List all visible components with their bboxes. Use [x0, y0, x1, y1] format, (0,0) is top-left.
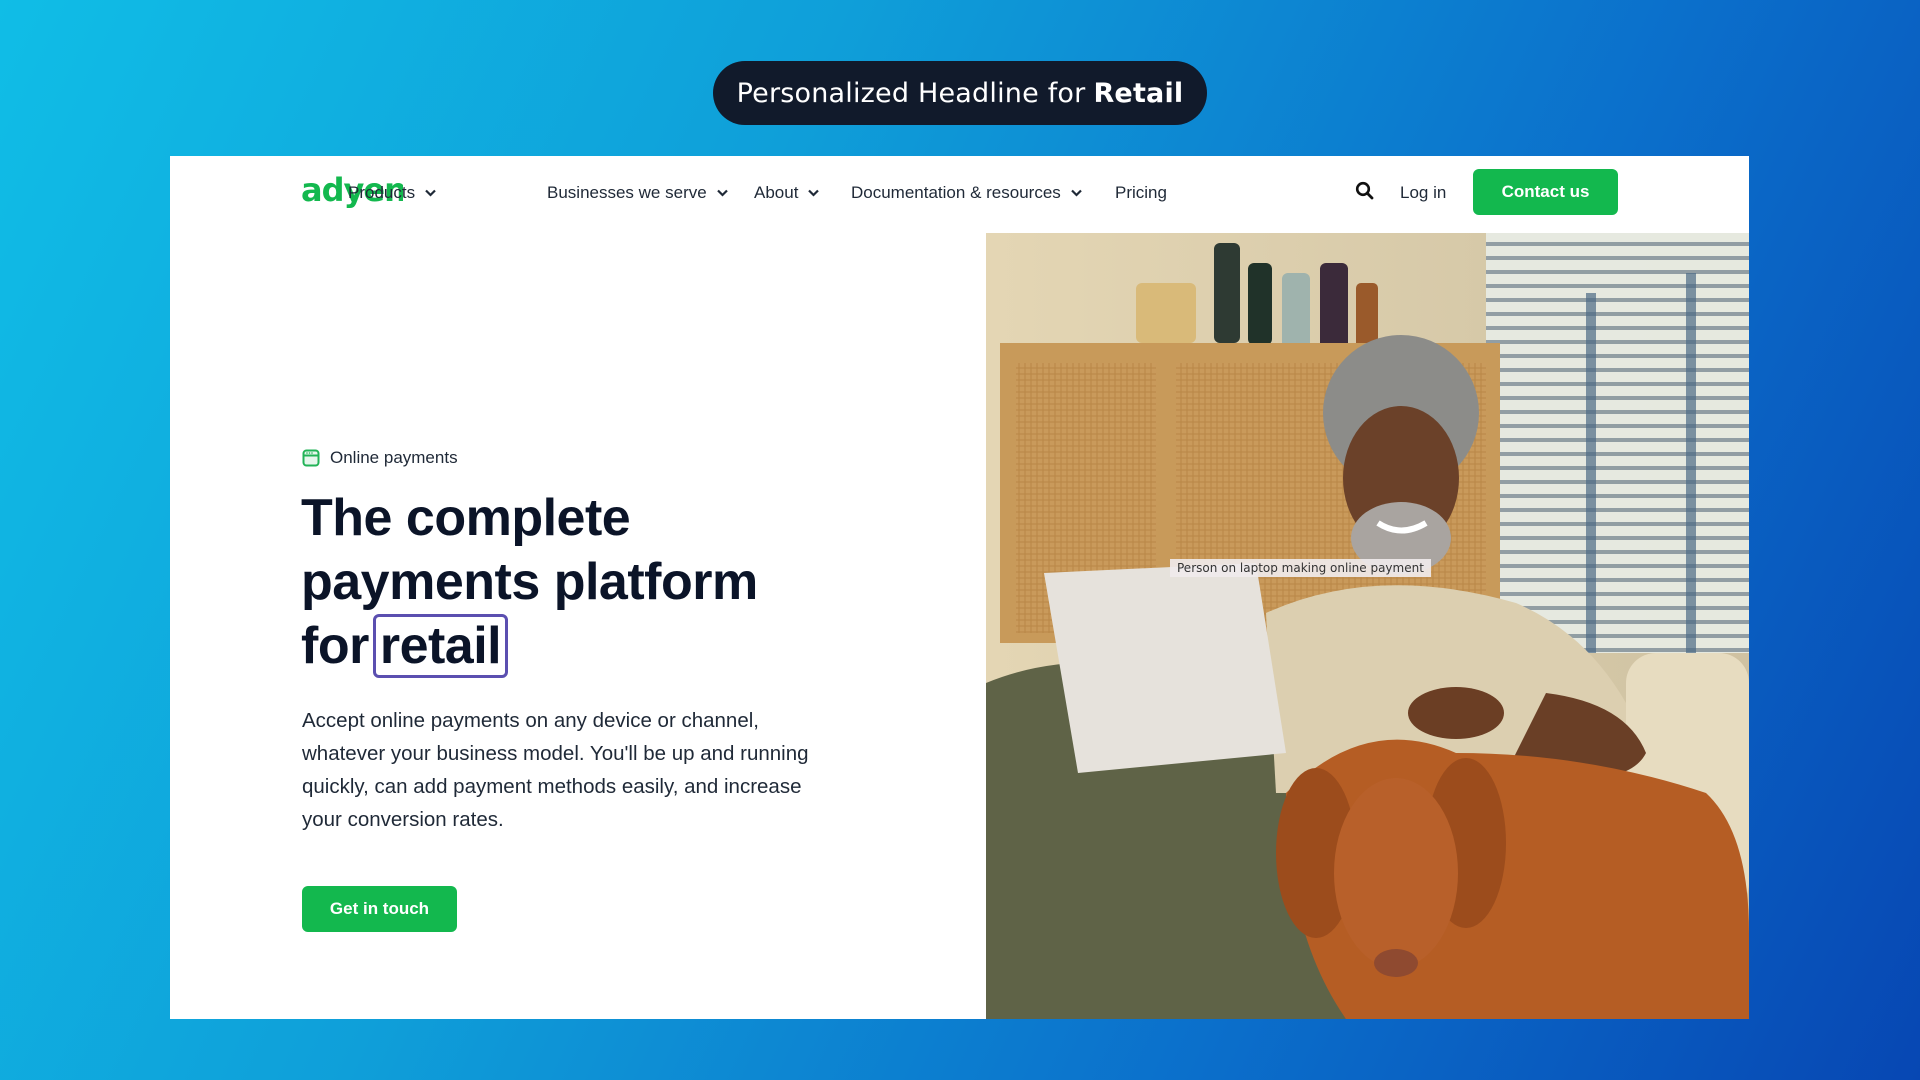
hero-description: Accept online payments on any device or …: [302, 709, 809, 831]
headline-line-3: for retail: [301, 614, 901, 678]
banner-emphasis: Retail: [1093, 77, 1184, 109]
nav-item-products[interactable]: Products: [348, 183, 436, 203]
website-preview: adyen Products Businesses we serve About…: [170, 156, 1749, 1019]
image-alt-tooltip: Person on laptop making online payment: [1170, 559, 1431, 577]
eyebrow-text: Online payments: [330, 448, 458, 467]
nav-item-label: Products: [348, 183, 416, 202]
login-link[interactable]: Log in: [1400, 183, 1446, 203]
hero-photo-illustration: [986, 233, 1749, 1019]
page-title: The complete payments platform for retail: [301, 486, 901, 678]
personalized-industry-word[interactable]: retail: [372, 614, 509, 678]
personalized-headline-banner: Personalized Headline for Retail: [713, 61, 1207, 125]
eyebrow-label: Online payments: [302, 448, 458, 468]
contact-us-button[interactable]: Contact us: [1473, 169, 1618, 215]
nav-item-label: Pricing: [1115, 183, 1167, 202]
search-icon[interactable]: [1355, 181, 1375, 201]
chevron-down-icon: [425, 189, 436, 197]
banner-prefix: Personalized Headline for: [736, 77, 1086, 109]
chevron-down-icon: [808, 189, 820, 197]
nav-item-documentation[interactable]: Documentation & resources: [851, 183, 1082, 203]
top-navigation: adyen Products Businesses we serve About…: [170, 156, 1749, 233]
nav-item-pricing[interactable]: Pricing: [1115, 183, 1167, 203]
photo-bottle: [1214, 243, 1240, 343]
photo-window-blinds: [1486, 233, 1749, 653]
browser-window-icon: [302, 449, 320, 467]
headline-line-1: The complete: [301, 489, 631, 547]
nav-item-businesses[interactable]: Businesses we serve: [547, 183, 728, 203]
nav-item-label: About: [754, 183, 799, 202]
chevron-down-icon: [1071, 189, 1082, 197]
headline-line-2: payments platform: [301, 553, 758, 611]
get-in-touch-button[interactable]: Get in touch: [302, 886, 457, 932]
photo-laptop: [1044, 563, 1286, 773]
nav-item-about[interactable]: About: [754, 183, 820, 203]
nav-item-label: Businesses we serve: [547, 183, 707, 202]
nav-item-label: Documentation & resources: [851, 183, 1061, 202]
hero-image: Person on laptop making online payment: [986, 233, 1749, 1019]
headline-for: for: [301, 617, 369, 675]
chevron-down-icon: [716, 189, 728, 197]
